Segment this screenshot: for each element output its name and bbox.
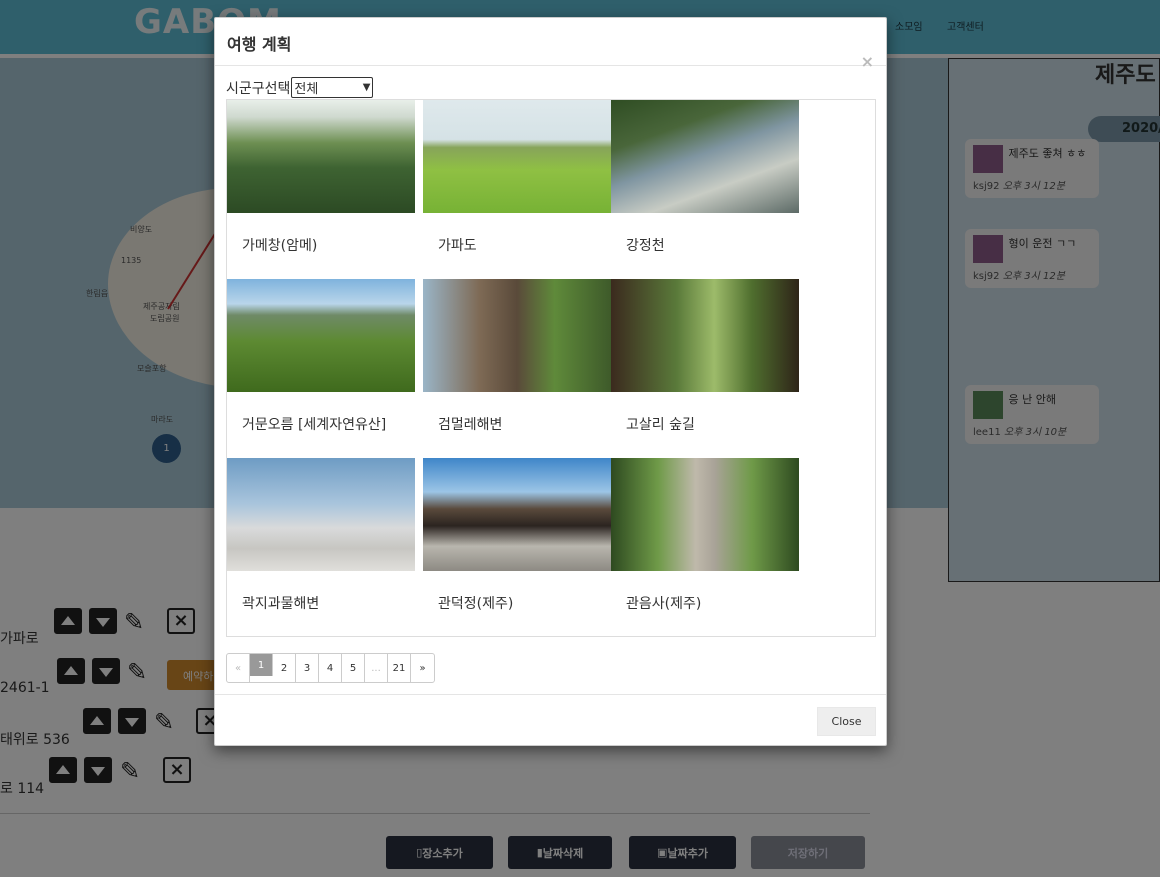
page-next[interactable]: » <box>411 654 434 682</box>
close-icon[interactable]: × <box>861 52 874 71</box>
place-grid: 가메창(암메) 가파도 강정천 거문오름 [세계자연유산] 검멀레해변 고살리 … <box>226 99 876 637</box>
place-name[interactable]: 곽지과물해변 <box>242 593 319 613</box>
modal-header: 여행 계획 × <box>215 18 886 71</box>
place-card[interactable]: 관덕정(제주) <box>423 458 611 612</box>
region-filter: 시군구선택 전체 ▼ <box>226 77 374 98</box>
place-name[interactable]: 가파도 <box>438 235 477 255</box>
modal-title: 여행 계획 <box>227 35 292 54</box>
page-ellipsis: ... <box>365 654 388 682</box>
place-thumbnail[interactable] <box>423 100 611 213</box>
place-card[interactable]: 곽지과물해변 <box>227 458 415 612</box>
place-thumbnail[interactable] <box>423 458 611 571</box>
place-name[interactable]: 가메창(암메) <box>242 235 317 255</box>
place-card[interactable]: 관음사(제주) <box>611 458 799 612</box>
place-name[interactable]: 거문오름 [세계자연유산] <box>242 414 386 434</box>
place-card[interactable]: 고살리 숲길 <box>611 279 799 433</box>
place-name[interactable]: 강정천 <box>626 235 665 255</box>
page-prev[interactable]: « <box>227 654 250 682</box>
pagination: « 1 2 3 4 5 ... 21 » <box>226 653 435 683</box>
modal-footer: Close <box>215 694 886 746</box>
page-5[interactable]: 5 <box>342 654 365 682</box>
place-card[interactable]: 검멀레해변 <box>423 279 611 433</box>
place-card[interactable]: 가파도 <box>423 100 611 254</box>
close-button[interactable]: Close <box>817 707 876 736</box>
page-3[interactable]: 3 <box>296 654 319 682</box>
place-thumbnail[interactable] <box>227 279 415 392</box>
place-thumbnail[interactable] <box>227 100 415 213</box>
region-filter-label: 시군구선택 <box>226 80 291 97</box>
place-thumbnail[interactable] <box>611 100 799 213</box>
page-4[interactable]: 4 <box>319 654 342 682</box>
place-name[interactable]: 관음사(제주) <box>626 593 701 613</box>
place-thumbnail[interactable] <box>611 279 799 392</box>
place-thumbnail[interactable] <box>611 458 799 571</box>
region-select[interactable]: 전체 ▼ <box>291 77 374 98</box>
chevron-down-icon: ▼ <box>362 82 371 93</box>
place-card[interactable]: 강정천 <box>611 100 799 254</box>
place-card[interactable]: 거문오름 [세계자연유산] <box>227 279 415 433</box>
place-name[interactable]: 관덕정(제주) <box>438 593 513 613</box>
region-select-value: 전체 <box>294 82 319 97</box>
place-name[interactable]: 고살리 숲길 <box>626 414 695 434</box>
place-name[interactable]: 검멀레해변 <box>438 414 502 434</box>
place-thumbnail[interactable] <box>423 279 611 392</box>
page-21[interactable]: 21 <box>388 654 411 682</box>
page-1[interactable]: 1 <box>250 654 273 676</box>
travel-plan-modal: 여행 계획 × 시군구선택 전체 ▼ 가메창(암메) 가파도 강정천 거문오름 … <box>214 17 887 746</box>
place-card[interactable]: 가메창(암메) <box>227 100 415 254</box>
place-thumbnail[interactable] <box>227 458 415 571</box>
page-2[interactable]: 2 <box>273 654 296 682</box>
